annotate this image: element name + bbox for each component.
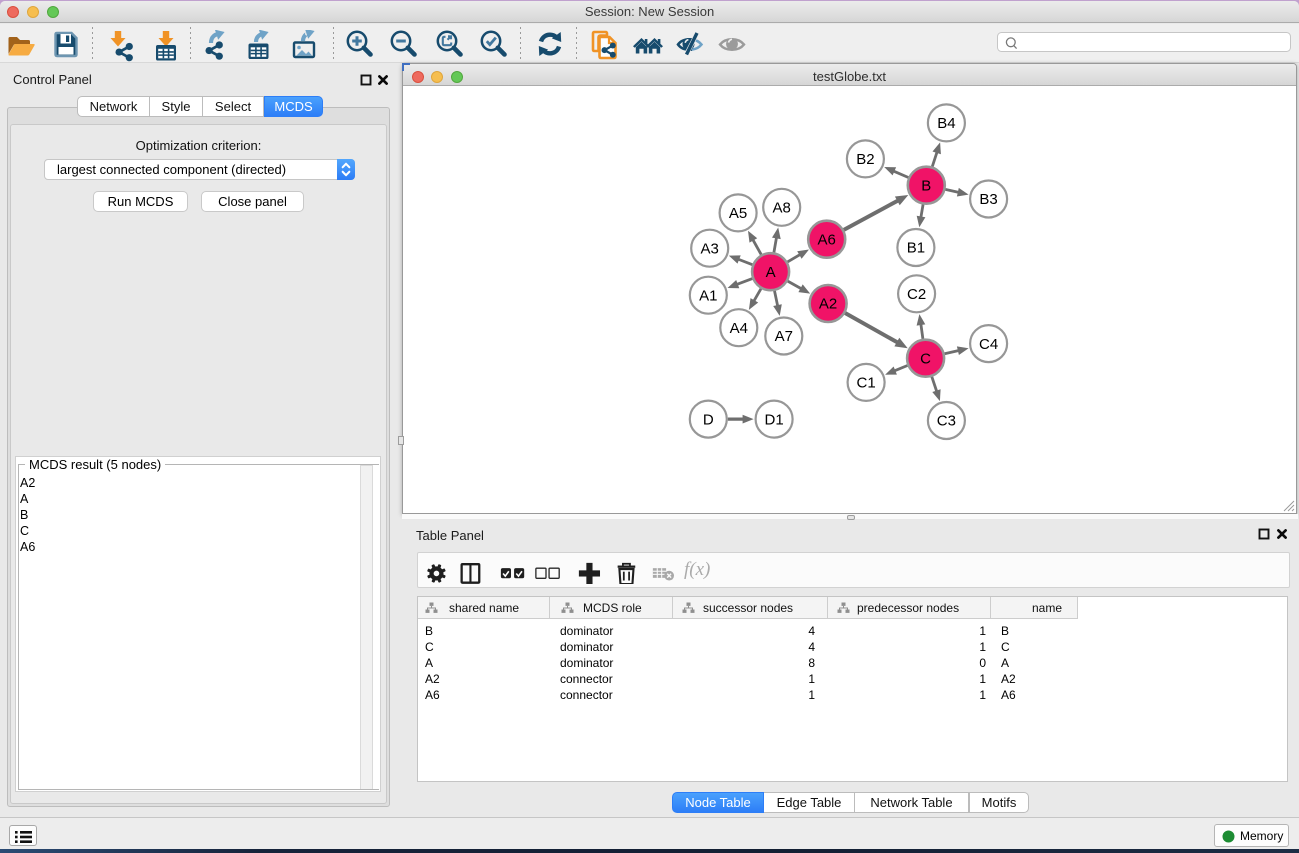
svg-text:A: A <box>766 264 776 281</box>
svg-text:D1: D1 <box>765 411 784 428</box>
svg-text:C1: C1 <box>857 375 876 392</box>
svg-text:A5: A5 <box>729 205 747 222</box>
svg-text:C: C <box>920 350 931 367</box>
svg-text:A8: A8 <box>773 200 791 217</box>
svg-text:A1: A1 <box>699 287 717 304</box>
svg-text:B: B <box>921 177 931 194</box>
svg-text:A3: A3 <box>701 240 719 257</box>
svg-text:C2: C2 <box>907 286 926 303</box>
svg-text:A4: A4 <box>730 320 748 337</box>
svg-text:C4: C4 <box>979 336 998 353</box>
svg-text:B4: B4 <box>937 115 955 132</box>
svg-text:A2: A2 <box>819 296 837 313</box>
svg-text:B1: B1 <box>907 240 925 257</box>
svg-text:A7: A7 <box>775 328 793 345</box>
svg-text:C3: C3 <box>937 413 956 430</box>
svg-text:D: D <box>703 411 714 428</box>
svg-text:B2: B2 <box>856 151 874 168</box>
svg-text:B3: B3 <box>979 191 997 208</box>
svg-text:A6: A6 <box>818 231 836 248</box>
